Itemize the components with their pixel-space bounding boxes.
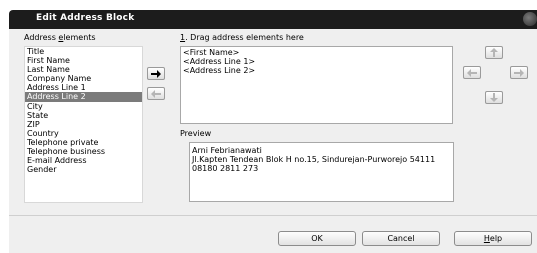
address-field-first-name[interactable]: <First Name> <box>181 48 452 57</box>
list-item-selected[interactable]: Address Line 2 <box>25 92 142 102</box>
arrow-left-icon <box>467 68 477 77</box>
list-item[interactable]: Country <box>25 129 142 138</box>
move-up-button[interactable] <box>485 46 503 59</box>
list-item[interactable]: Gender <box>25 165 142 174</box>
list-item[interactable]: E-mail Address <box>25 156 142 165</box>
ok-button[interactable]: OK <box>278 231 356 246</box>
help-button[interactable]: Help <box>454 231 532 246</box>
address-elements-label: Address elements <box>24 33 96 42</box>
arrow-left-icon <box>151 89 161 98</box>
move-down-button[interactable] <box>485 91 503 104</box>
list-item[interactable]: First Name <box>25 56 142 65</box>
address-field-line-1[interactable]: <Address Line 1> <box>181 57 452 66</box>
remove-element-button[interactable] <box>147 87 165 100</box>
list-item[interactable]: Company Name <box>25 74 142 83</box>
button-separator <box>9 215 537 216</box>
arrow-up-icon <box>490 48 498 57</box>
list-item[interactable]: Telephone private <box>25 138 142 147</box>
preview-address: Jl.Kapten Tendean Blok H no.15, Sindurej… <box>192 155 436 164</box>
add-element-button[interactable] <box>147 67 165 80</box>
edit-address-block-dialog: Edit Address Block Address elements Titl… <box>0 0 537 253</box>
list-item[interactable]: State <box>25 111 142 120</box>
title-bar[interactable]: Edit Address Block <box>9 10 537 29</box>
preview-name: Arni Febrianawati <box>192 146 262 155</box>
move-right-button[interactable] <box>510 66 528 79</box>
move-left-button[interactable] <box>463 66 481 79</box>
preview-box: Arni Febrianawati Jl.Kapten Tendean Blok… <box>189 142 454 202</box>
list-item[interactable]: Telephone business <box>25 147 142 156</box>
drag-area-label: 1. Drag address elements here <box>180 33 304 42</box>
preview-phone: 08180 2811 273 <box>192 164 259 173</box>
arrow-right-icon <box>514 68 524 77</box>
dialog-body: Address elements Title First Name Last N… <box>9 29 537 253</box>
list-item[interactable]: Last Name <box>25 65 142 74</box>
list-item[interactable]: City <box>25 102 142 111</box>
window-title: Edit Address Block <box>36 13 135 23</box>
preview-label: Preview <box>180 129 212 138</box>
list-item[interactable]: Title <box>25 47 142 56</box>
cancel-button[interactable]: Cancel <box>362 231 440 246</box>
address-elements-list[interactable]: Title First Name Last Name Company Name … <box>24 46 143 203</box>
list-item[interactable]: ZIP <box>25 120 142 129</box>
address-field-line-2[interactable]: <Address Line 2> <box>181 66 452 75</box>
window-menu-icon[interactable] <box>523 12 537 26</box>
arrow-right-icon <box>151 69 161 78</box>
list-item[interactable]: Address Line 1 <box>25 83 142 92</box>
arrow-down-icon <box>490 93 498 102</box>
address-block-editor[interactable]: <First Name> <Address Line 1> <Address L… <box>180 46 453 124</box>
